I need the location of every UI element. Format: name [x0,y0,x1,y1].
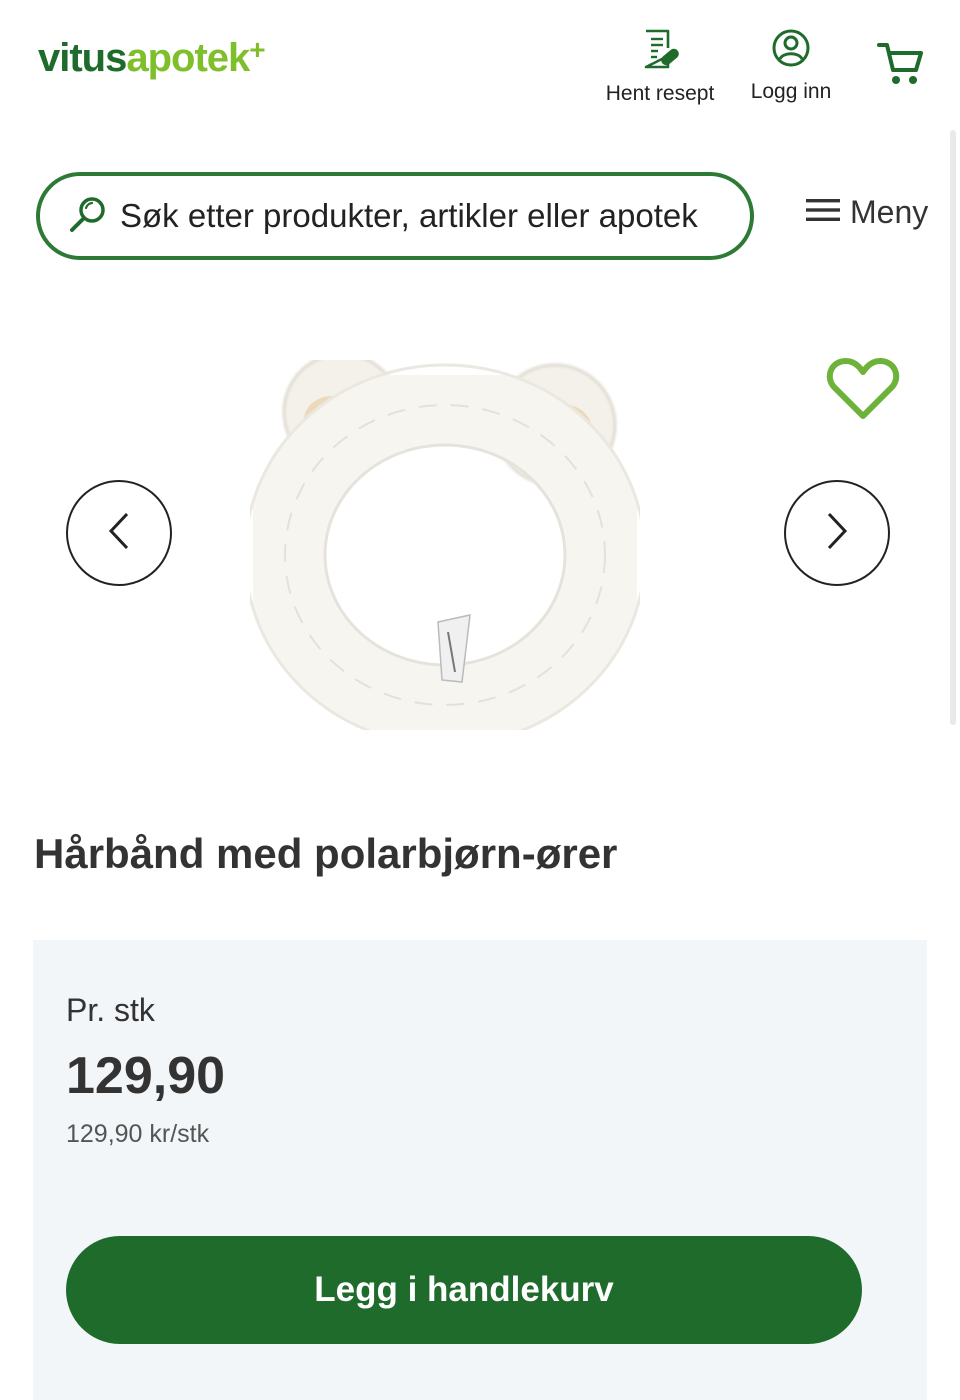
menu-button[interactable]: Meny [806,194,928,231]
cart-icon [876,40,926,94]
login-label: Logg inn [750,80,832,103]
chevron-right-icon [825,511,849,556]
prescription-label: Hent resept [605,82,715,105]
logo-text-apotek: apotek [126,36,250,80]
menu-label: Meny [850,194,929,230]
vitusapotek-logo[interactable]: vitusapotek+ [38,34,266,81]
cart-button[interactable] [876,40,926,100]
unit-label: Pr. stk [66,992,155,1028]
logo-plus: + [249,34,265,65]
product-image[interactable] [243,352,647,747]
product-gallery [0,300,960,780]
price-per-unit: 129,90 kr/stk [66,1120,210,1148]
heart-icon [826,358,900,426]
logo-text-vitus: vitus [38,36,127,80]
price-panel: Pr. stk 129,90 129,90 kr/stk Legg i hand… [33,940,927,1400]
site-header: vitusapotek+ Hent resept Logg inn [0,0,960,130]
login-link[interactable]: Logg inn [745,28,837,104]
prescription-link[interactable]: Hent resept [600,28,720,106]
product-title: Hårbånd med polarbjørn-ører [34,830,618,877]
hamburger-icon [806,194,840,231]
favorite-button[interactable] [826,356,900,427]
next-image-button[interactable] [784,480,890,586]
chevron-left-icon [107,511,131,556]
add-to-cart-button[interactable]: Legg i handlekurv [66,1236,862,1344]
search-bar [36,172,754,260]
previous-image-button[interactable] [66,480,172,586]
prescription-icon [600,28,720,76]
search-input[interactable] [120,197,730,235]
product-price: 129,90 [66,1047,226,1105]
user-circle-icon [745,28,837,74]
search-icon[interactable] [68,194,108,239]
